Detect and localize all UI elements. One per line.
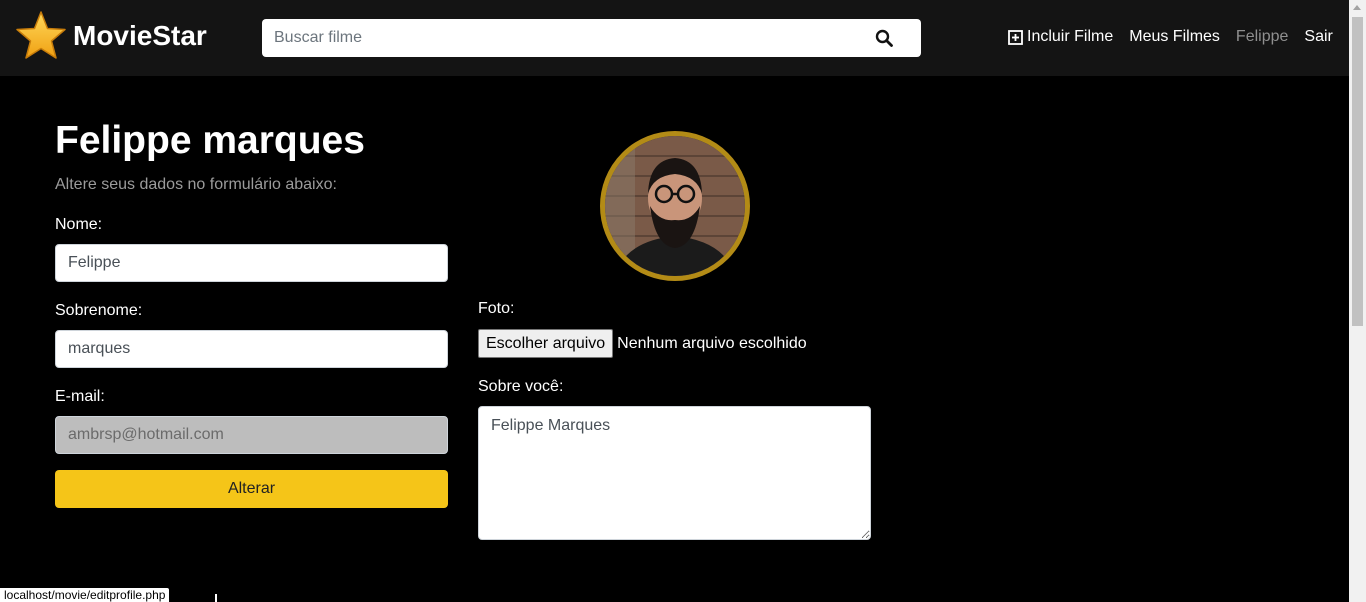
page-subtitle: Altere seus dados no formulário abaixo: xyxy=(55,176,337,193)
photo-label: Foto: xyxy=(478,300,515,317)
photo-file-input[interactable]: Escolher arquivo Nenhum arquivo escolhid… xyxy=(478,329,807,358)
plus-square-icon xyxy=(1008,29,1023,45)
email-field xyxy=(55,416,448,454)
email-label: E-mail: xyxy=(55,388,105,405)
search-icon[interactable] xyxy=(875,29,893,47)
search-input[interactable] xyxy=(262,19,862,57)
choose-file-button[interactable]: Escolher arquivo xyxy=(478,329,614,358)
name-field[interactable] xyxy=(55,244,448,282)
logout-link[interactable]: Sair xyxy=(1304,28,1332,46)
bio-label: Sobre você: xyxy=(478,378,564,395)
nav-links: Incluir Filme Meus Filmes Felippe Sair xyxy=(1008,28,1333,46)
add-movie-link[interactable]: Incluir Filme xyxy=(1008,28,1113,46)
text-cursor xyxy=(215,594,217,602)
user-profile-link[interactable]: Felippe xyxy=(1236,28,1288,46)
star-logo-icon xyxy=(16,11,66,59)
file-status-text: Nenhum arquivo escolhido xyxy=(617,334,807,352)
my-movies-link[interactable]: Meus Filmes xyxy=(1129,28,1220,46)
avatar-photo xyxy=(605,136,745,276)
add-movie-label: Incluir Filme xyxy=(1027,28,1114,45)
name-label: Nome: xyxy=(55,216,103,233)
lastname-field[interactable] xyxy=(55,330,448,368)
brand-name: MovieStar xyxy=(73,20,207,51)
scroll-up-arrow[interactable] xyxy=(1353,5,1361,10)
brand-link[interactable]: MovieStar xyxy=(15,10,207,62)
page-scrollbar[interactable] xyxy=(1349,0,1366,602)
search-form xyxy=(262,19,921,57)
submit-button[interactable]: Alterar xyxy=(55,470,448,508)
navbar: MovieStar Incluir Filme Meus Filmes Feli… xyxy=(0,0,1349,76)
avatar xyxy=(600,131,750,281)
lastname-label: Sobrenome: xyxy=(55,302,143,319)
page-title: Felippe marques xyxy=(55,119,365,162)
status-bar-url: localhost/movie/editprofile.php xyxy=(0,588,170,602)
scroll-thumb[interactable] xyxy=(1352,17,1363,326)
bio-textarea[interactable]: Felippe Marques xyxy=(478,406,871,540)
